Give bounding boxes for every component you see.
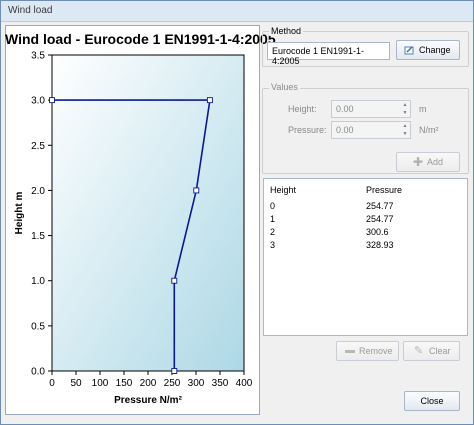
cell-height: 3 — [270, 240, 276, 250]
plot-area — [51, 54, 245, 372]
pressure-input[interactable]: 0.00 ▲ ▼ — [331, 121, 411, 139]
values-group-label: Values — [269, 82, 300, 92]
x-axis-label: Pressure N/m² — [114, 395, 182, 406]
close-button[interactable]: Close — [404, 391, 460, 411]
cell-pressure: 300.6 — [366, 227, 389, 237]
data-point — [206, 97, 213, 104]
table-row[interactable]: 2 300.6 — [264, 227, 464, 239]
table-row[interactable]: 1 254.77 — [264, 214, 464, 226]
x-tick-label: 200 — [140, 378, 157, 389]
cell-height: 2 — [270, 227, 276, 237]
column-header-pressure[interactable]: Pressure — [366, 185, 402, 195]
y-tick-label: 1.0 — [31, 276, 45, 287]
edit-icon — [404, 45, 414, 55]
add-icon: ✚ — [413, 155, 424, 169]
x-tick-label: 350 — [212, 378, 229, 389]
remove-button[interactable]: Remove — [336, 341, 399, 361]
height-input[interactable]: 0.00 ▲ ▼ — [331, 100, 411, 118]
pressure-label: Pressure: — [288, 125, 327, 135]
x-tick-label: 150 — [116, 378, 133, 389]
y-axis-label: Height m — [14, 192, 25, 235]
height-unit: m — [419, 104, 427, 114]
cell-pressure: 328.93 — [366, 240, 394, 250]
cell-height: 1 — [270, 214, 276, 224]
values-table[interactable]: Height Pressure 0 254.77 1 254.77 2 300.… — [263, 178, 468, 336]
y-tick-label: 1.5 — [31, 231, 45, 242]
data-point — [193, 187, 200, 194]
y-tick-label: 3.5 — [31, 51, 45, 62]
y-tick-label: 0.0 — [31, 367, 45, 378]
method-group-label: Method — [269, 26, 304, 36]
cell-pressure: 254.77 — [366, 201, 394, 211]
height-spinner[interactable]: ▲ ▼ — [401, 101, 409, 119]
y-tick-label: 2.5 — [31, 141, 45, 152]
cell-pressure: 254.77 — [366, 214, 394, 224]
table-row[interactable]: 3 328.93 — [264, 240, 464, 252]
x-tick-label: 0 — [49, 378, 55, 389]
column-header-height[interactable]: Height — [270, 185, 296, 195]
x-tick-label: 300 — [188, 378, 205, 389]
add-button[interactable]: ✚ Add — [396, 152, 460, 172]
change-button[interactable]: Change — [396, 40, 460, 60]
x-tick-label: 100 — [92, 378, 109, 389]
data-point — [49, 97, 55, 104]
add-button-label: Add — [427, 157, 444, 167]
cell-height: 0 — [270, 201, 276, 211]
change-button-label: Change — [419, 45, 451, 55]
close-button-label: Close — [420, 396, 444, 406]
clear-button[interactable]: ✎ Clear — [403, 341, 460, 361]
x-tick-label: 250 — [164, 378, 181, 389]
table-row[interactable]: 0 254.77 — [264, 201, 464, 213]
data-point — [171, 368, 178, 374]
y-tick-label: 3.0 — [31, 96, 45, 107]
x-tick-label: 400 — [236, 378, 253, 389]
pressure-value: 0.00 — [336, 125, 354, 135]
method-field[interactable]: Eurocode 1 EN1991-1-4:2005 — [267, 42, 390, 66]
pressure-unit: N/m² — [419, 125, 439, 135]
clear-button-label: Clear — [429, 346, 451, 356]
height-label: Height: — [288, 104, 317, 114]
y-tick-label: 2.0 — [31, 186, 45, 197]
wind-load-chart: 0 50 100 150 200 250 300 350 400 0.0 0.5 1.0 1.5 2.0 2… — [14, 51, 253, 407]
y-tick-label: 0.5 — [31, 321, 45, 332]
x-tick-label: 50 — [70, 378, 82, 389]
data-point — [171, 277, 178, 284]
height-value: 0.00 — [336, 104, 354, 114]
remove-button-label: Remove — [359, 346, 393, 356]
remove-icon — [345, 350, 355, 353]
clear-icon: ✎ — [414, 345, 424, 357]
wind-load-dialog: Wind load Wind load - Eurocode 1 EN1991-… — [0, 0, 474, 425]
pressure-spinner[interactable]: ▲ ▼ — [401, 122, 409, 140]
